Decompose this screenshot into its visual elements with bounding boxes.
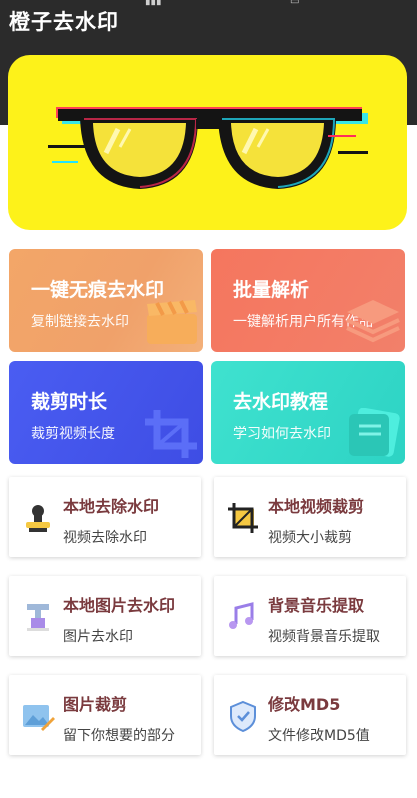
tool-subtitle: 文件修改MD5值 <box>268 728 370 744</box>
card-trim-duration[interactable]: 裁剪时长 裁剪视频长度 <box>9 361 203 464</box>
tool-local-remove-watermark[interactable]: 本地去除水印 视频去除水印 <box>9 477 201 557</box>
tool-title: 本地视频裁剪 <box>268 497 365 516</box>
tool-subtitle: 留下你想要的部分 <box>63 728 175 744</box>
tool-subtitle: 图片去水印 <box>63 629 133 645</box>
tool-title: 本地图片去水印 <box>63 596 176 615</box>
book-icon <box>349 408 400 457</box>
card-subtitle: 复制链接去水印 <box>31 314 129 330</box>
tool-title: 背景音乐提取 <box>268 596 365 615</box>
tool-subtitle: 视频背景音乐提取 <box>268 629 380 645</box>
image-edit-icon <box>23 705 55 731</box>
card-subtitle: 学习如何去水印 <box>233 426 331 442</box>
brush-icon <box>27 604 49 631</box>
battery-icon: ▭ <box>290 0 300 7</box>
tool-title: 图片裁剪 <box>63 695 128 714</box>
crop-frame-icon <box>228 503 258 533</box>
tool-local-image-remove-watermark[interactable]: 本地图片去水印 图片去水印 <box>9 576 201 656</box>
tool-subtitle: 视频去除水印 <box>63 530 147 546</box>
shield-icon <box>230 700 256 733</box>
card-one-click-remove-watermark[interactable]: 一键无痕去水印 复制链接去水印 <box>9 249 203 352</box>
card-watermark-tutorial[interactable]: 去水印教程 学习如何去水印 <box>211 361 405 464</box>
tool-title: 本地去除水印 <box>63 497 160 516</box>
stamp-icon <box>26 505 50 532</box>
glitch-glasses-icon <box>48 107 368 189</box>
tool-title: 修改MD5 <box>268 695 341 714</box>
tool-local-video-crop[interactable]: 本地视频裁剪 视频大小裁剪 <box>214 477 406 557</box>
music-note-icon <box>229 602 254 629</box>
layers-icon <box>346 300 400 343</box>
signal-icon: ▮▮▮ <box>145 0 162 7</box>
card-subtitle: 裁剪视频长度 <box>31 426 115 442</box>
card-batch-parse[interactable]: 批量解析 一键解析用户所有作品 <box>211 249 405 352</box>
tool-modify-md5[interactable]: 修改MD5 文件修改MD5值 <box>214 675 406 755</box>
tool-bgm-extract[interactable]: 背景音乐提取 视频背景音乐提取 <box>214 576 406 656</box>
crop-icon <box>145 410 197 458</box>
tool-subtitle: 视频大小裁剪 <box>268 530 352 546</box>
banner[interactable] <box>8 55 407 230</box>
clapperboard-icon <box>147 300 197 344</box>
app-title: 橙子去水印 <box>9 10 119 34</box>
card-title: 去水印教程 <box>233 391 329 413</box>
tool-image-crop[interactable]: 图片裁剪 留下你想要的部分 <box>9 675 201 755</box>
card-title: 批量解析 <box>233 279 310 301</box>
card-title: 裁剪时长 <box>31 391 108 413</box>
